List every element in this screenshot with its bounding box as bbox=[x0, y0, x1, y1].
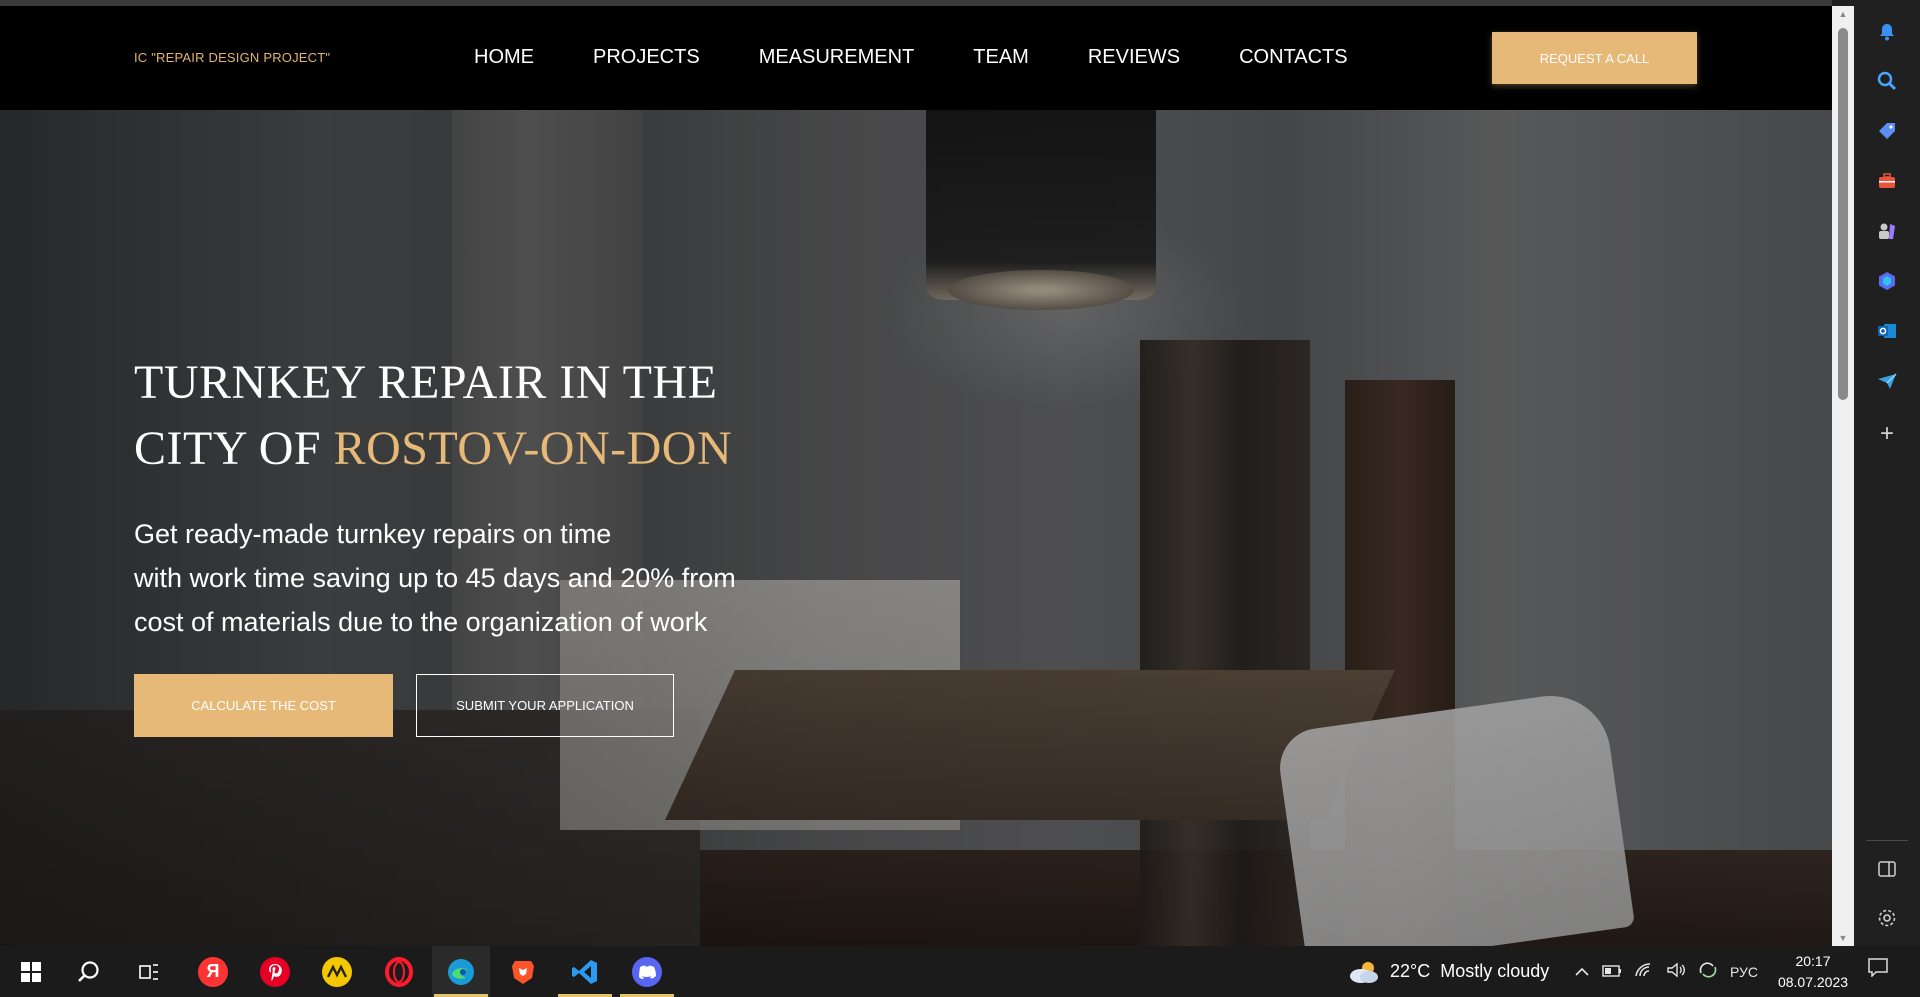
send-icon[interactable] bbox=[1873, 367, 1901, 395]
add-icon[interactable]: + bbox=[1873, 420, 1901, 448]
clock-time: 20:17 bbox=[1795, 953, 1831, 969]
clock-date: 08.07.2023 bbox=[1777, 974, 1849, 990]
hero-text-line: Get ready-made turnkey repairs on time bbox=[134, 519, 612, 549]
scroll-down-arrow-icon[interactable]: ▼ bbox=[1832, 930, 1854, 946]
nav-measurement[interactable]: MEASUREMENT bbox=[759, 46, 915, 69]
cloudy-weather-icon bbox=[1350, 961, 1378, 983]
bell-icon[interactable] bbox=[1873, 18, 1901, 46]
notification-center-icon[interactable] bbox=[1864, 957, 1892, 985]
submit-application-button[interactable]: SUBMIT YOUR APPLICATION bbox=[416, 674, 674, 737]
nav-team[interactable]: TEAM bbox=[973, 46, 1029, 69]
discord-app-icon[interactable] bbox=[618, 946, 676, 997]
sidebar-toggle-icon[interactable] bbox=[1873, 855, 1901, 883]
settings-icon[interactable] bbox=[1873, 904, 1901, 932]
pinterest-icon[interactable] bbox=[246, 946, 304, 997]
tag-icon[interactable] bbox=[1873, 117, 1901, 145]
hero-text-line: with work time saving up to 45 days and … bbox=[134, 563, 736, 593]
nav-contacts[interactable]: CONTACTS bbox=[1239, 46, 1348, 69]
weather-temperature: 22°C bbox=[1390, 961, 1431, 981]
games-icon[interactable] bbox=[1873, 217, 1901, 245]
hero-title-city: ROSTOV-ON-DON bbox=[333, 422, 733, 475]
tray-overflow-chevron-icon[interactable] bbox=[1574, 964, 1590, 980]
windows-start-icon[interactable] bbox=[2, 946, 60, 997]
edge-browser-icon[interactable] bbox=[432, 946, 490, 997]
search-icon[interactable] bbox=[1873, 67, 1901, 95]
request-call-button[interactable]: REQUEST A CALL bbox=[1492, 32, 1697, 84]
vscode-icon[interactable] bbox=[556, 946, 614, 997]
opera-icon[interactable] bbox=[370, 946, 428, 997]
hero-title-line2-prefix: CITY OF bbox=[134, 422, 334, 475]
system-tray: РУС bbox=[1574, 946, 1758, 997]
weather-widget[interactable]: 22°C Mostly cloudy bbox=[1346, 946, 1549, 997]
hero-title: TURNKEY REPAIR IN THE CITY OF ROSTOV-ON-… bbox=[134, 350, 732, 482]
scrollbar-thumb[interactable] bbox=[1838, 28, 1848, 400]
brave-browser-icon[interactable] bbox=[494, 946, 552, 997]
hero-title-line1: TURNKEY REPAIR IN THE bbox=[134, 356, 718, 409]
hero-section: TURNKEY REPAIR IN THE CITY OF ROSTOV-ON-… bbox=[0, 110, 1832, 946]
nav-reviews[interactable]: REVIEWS bbox=[1088, 46, 1180, 69]
site-header: IC "REPAIR DESIGN PROJECT" HOME PROJECTS… bbox=[0, 6, 1832, 110]
system-clock[interactable]: 20:17 08.07.2023 bbox=[1772, 951, 1854, 993]
outlook-icon[interactable] bbox=[1873, 317, 1901, 345]
yandex-browser-icon[interactable]: Я bbox=[184, 946, 242, 997]
sync-app-icon[interactable] bbox=[1698, 961, 1718, 982]
sidebar-divider bbox=[1866, 840, 1908, 841]
nav-home[interactable]: HOME bbox=[474, 46, 534, 69]
copilot-icon[interactable] bbox=[1873, 267, 1901, 295]
toolbox-icon[interactable] bbox=[1873, 167, 1901, 195]
main-nav: HOME PROJECTS MEASUREMENT TEAM REVIEWS C… bbox=[474, 46, 1407, 69]
edge-sidebar: + bbox=[1854, 0, 1920, 946]
taskbar-search-icon[interactable] bbox=[60, 946, 118, 997]
yellow-app-icon[interactable] bbox=[308, 946, 366, 997]
calculate-cost-button[interactable]: CALCULATE THE COST bbox=[134, 674, 393, 737]
windows-taskbar: Я 22°C Mostly cloudy РУС 20:17 08.07.202… bbox=[0, 946, 1920, 997]
hero-text-line: cost of materials due to the organizatio… bbox=[134, 607, 708, 637]
scroll-up-arrow-icon[interactable]: ▲ bbox=[1832, 6, 1854, 22]
page-scrollbar[interactable]: ▲ ▼ bbox=[1832, 6, 1854, 946]
weather-condition: Mostly cloudy bbox=[1440, 961, 1550, 981]
hero-description: Get ready-made turnkey repairs on time w… bbox=[134, 512, 736, 644]
task-view-icon[interactable] bbox=[120, 946, 178, 997]
site-logo[interactable]: IC "REPAIR DESIGN PROJECT" bbox=[134, 50, 330, 65]
yandex-letter: Я bbox=[198, 956, 228, 987]
battery-icon[interactable] bbox=[1602, 964, 1622, 980]
wifi-icon[interactable] bbox=[1634, 962, 1654, 981]
browser-viewport: IC "REPAIR DESIGN PROJECT" HOME PROJECTS… bbox=[0, 0, 1832, 946]
input-language[interactable]: РУС bbox=[1730, 964, 1758, 980]
nav-projects[interactable]: PROJECTS bbox=[593, 46, 700, 69]
volume-icon[interactable] bbox=[1666, 962, 1686, 981]
